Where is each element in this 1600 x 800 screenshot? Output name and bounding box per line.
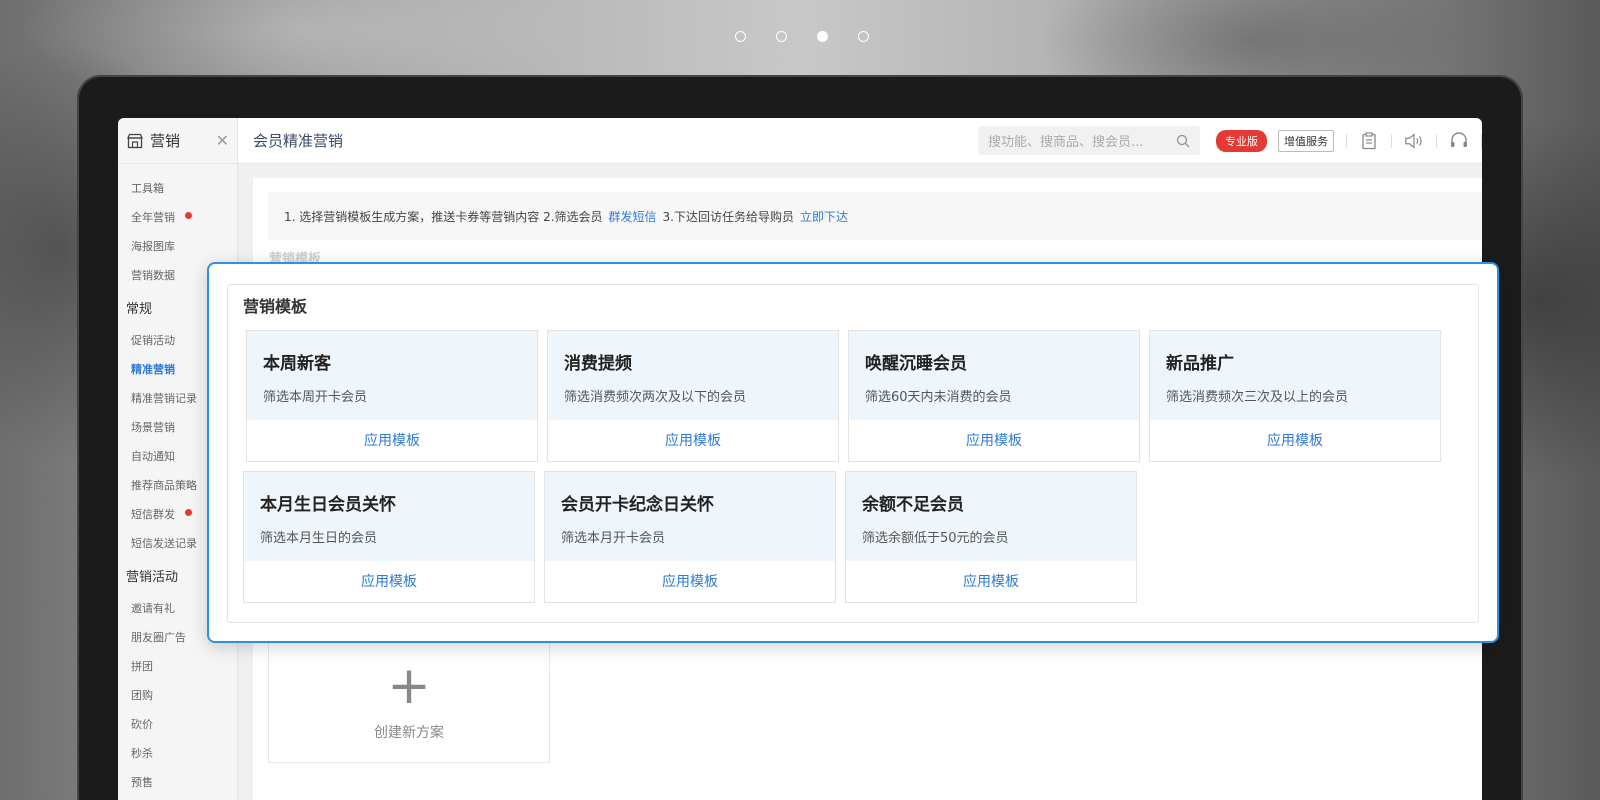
sidebar-item-label: 精准营销记录: [131, 392, 197, 405]
value-added-services-button[interactable]: 增值服务: [1278, 129, 1334, 152]
template-description: 筛选余额低于50元的会员: [862, 531, 1009, 546]
carousel-dot-1[interactable]: [735, 31, 746, 42]
template-card: 本周新客筛选本周开卡会员应用模板: [246, 330, 538, 462]
sidebar-item-label: 朋友圈广告: [131, 631, 186, 644]
sidebar-item[interactable]: 砍价: [118, 710, 237, 739]
sidebar-item-label: 营销数据: [131, 269, 175, 282]
template-card-header: 本月生日会员关怀筛选本月生日的会员: [244, 472, 534, 561]
template-card: 会员开卡纪念日关怀筛选本月开卡会员应用模板: [544, 471, 836, 603]
template-card-header: 唤醒沉睡会员筛选60天内未消费的会员: [849, 331, 1139, 420]
speaker-icon[interactable]: [1404, 132, 1424, 150]
divider: [1391, 133, 1392, 148]
instruction-text-1: 1. 选择营销模板生成方案，推送卡券等营销内容 2.筛选会员: [284, 209, 603, 224]
carousel-dots: [735, 31, 869, 42]
apply-template-button[interactable]: 应用模板: [849, 420, 1139, 462]
sidebar-item-label: 推荐商品策略: [131, 479, 197, 492]
divider: [1436, 133, 1437, 148]
apply-template-button[interactable]: 应用模板: [1150, 420, 1440, 462]
template-card-header: 消费提频筛选消费频次两次及以下的会员: [548, 331, 838, 420]
apply-template-button[interactable]: 应用模板: [545, 561, 835, 603]
template-description: 筛选消费频次两次及以下的会员: [564, 390, 747, 405]
close-icon[interactable]: ✕: [216, 131, 229, 150]
sidebar-item[interactable]: 海报图库: [118, 232, 237, 261]
apply-template-button[interactable]: 应用模板: [548, 420, 838, 462]
template-description: 筛选60天内未消费的会员: [865, 390, 1012, 405]
sidebar-item-label: 促销活动: [131, 334, 175, 347]
template-overlay: 营销模板 本周新客 筛选本周开卡会员 应用模板 消费提频 筛选消费频次两次及以下的会员应…: [207, 262, 1499, 643]
sidebar-item-label: 预售: [131, 776, 153, 789]
sidebar-item-label: 砍价: [131, 718, 153, 731]
template-card-header: 新品推广筛选消费频次三次及以上的会员: [1150, 331, 1440, 420]
template-name: 新品推广: [1166, 354, 1234, 374]
topbar: 会员精准营销 搜功能、搜商品、搜会员... 专业版 增值服务: [238, 118, 1482, 164]
plus-icon: +: [387, 656, 431, 716]
notification-dot: [185, 509, 192, 516]
search-input[interactable]: 搜功能、搜商品、搜会员...: [978, 126, 1200, 155]
create-plan-card[interactable]: + 创建新方案: [268, 631, 550, 763]
template-card: 余额不足会员筛选余额低于50元的会员应用模板: [845, 471, 1137, 603]
template-name: 消费提频: [564, 354, 632, 374]
sidebar-item[interactable]: 全年营销: [118, 203, 237, 232]
sidebar-item-label: 自动通知: [131, 450, 175, 463]
sidebar-header: 营销 ✕: [118, 118, 237, 164]
clipboard-icon[interactable]: [1359, 131, 1379, 150]
apply-template-button[interactable]: 应用模板: [247, 420, 537, 462]
sidebar-item-label: 全年营销: [131, 211, 175, 224]
instruction-banner: 1. 选择营销模板生成方案，推送卡券等营销内容 2.筛选会员 群发短信 3.下达…: [268, 192, 1482, 240]
divider: [1481, 133, 1482, 148]
divider: [1346, 133, 1347, 148]
notification-dot: [185, 212, 192, 219]
template-card-header: 会员开卡纪念日关怀筛选本月开卡会员: [545, 472, 835, 561]
sidebar-item-label: 工具箱: [131, 182, 164, 195]
template-card: 本月生日会员关怀筛选本月生日的会员应用模板: [243, 471, 535, 603]
sidebar-item-label: 场景营销: [131, 421, 175, 434]
sidebar-item-label: 短信发送记录: [131, 537, 197, 550]
template-card-header: 本周新客筛选本周开卡会员: [247, 331, 537, 420]
sidebar-title: 营销: [150, 132, 181, 150]
search-icon[interactable]: [1176, 134, 1190, 148]
template-card-header: 余额不足会员筛选余额低于50元的会员: [846, 472, 1136, 561]
carousel-dot-4[interactable]: [858, 31, 869, 42]
headset-icon[interactable]: [1449, 131, 1469, 150]
instruction-text-2: 3.下达回访任务给导购员: [662, 209, 794, 224]
template-description: 筛选本月开卡会员: [561, 531, 666, 546]
sidebar-item[interactable]: 秒杀: [118, 739, 237, 768]
bulk-sms-link[interactable]: 群发短信: [609, 208, 657, 225]
sidebar-item[interactable]: 预售: [118, 768, 237, 797]
template-name: 本月生日会员关怀: [260, 495, 396, 515]
template-name: 本周新客: [263, 354, 331, 374]
carousel-dot-2[interactable]: [776, 31, 787, 42]
assign-now-link[interactable]: 立即下达: [800, 208, 848, 225]
carousel-dot-3[interactable]: [817, 31, 828, 42]
panel-title: 营销模板: [243, 297, 308, 316]
apply-template-button[interactable]: 应用模板: [846, 561, 1136, 603]
sidebar-item-label: 短信群发: [131, 508, 175, 521]
sidebar-item[interactable]: 工具箱: [118, 174, 237, 203]
page-title: 会员精准营销: [253, 132, 344, 150]
sidebar-item-label: 邀请有礼: [131, 602, 175, 615]
apply-template-button[interactable]: 应用模板: [244, 561, 534, 603]
template-name: 会员开卡纪念日关怀: [561, 495, 714, 515]
template-name: 唤醒沉睡会员: [865, 354, 967, 374]
store-icon: [127, 133, 143, 148]
sidebar-item[interactable]: 拼团: [118, 652, 237, 681]
template-description: 筛选本周开卡会员: [263, 390, 368, 405]
sidebar-item-label: 海报图库: [131, 240, 175, 253]
search-placeholder: 搜功能、搜商品、搜会员...: [988, 135, 1144, 150]
create-plan-label: 创建新方案: [374, 725, 444, 741]
template-name: 余额不足会员: [862, 495, 964, 515]
template-description: 筛选消费频次三次及以上的会员: [1166, 390, 1349, 405]
sidebar-item-label: 秒杀: [131, 747, 153, 760]
template-panel: 营销模板 本周新客 筛选本周开卡会员 应用模板 消费提频 筛选消费频次两次及以下的会员应…: [227, 284, 1479, 623]
sidebar-item-label: 精准营销: [131, 363, 175, 376]
sidebar-item[interactable]: 团购: [118, 681, 237, 710]
template-card: 唤醒沉睡会员筛选60天内未消费的会员应用模板: [848, 330, 1140, 462]
template-card: 消费提频筛选消费频次两次及以下的会员应用模板: [547, 330, 839, 462]
pro-edition-badge[interactable]: 专业版: [1216, 129, 1267, 152]
template-card: 新品推广筛选消费频次三次及以上的会员应用模板: [1149, 330, 1441, 462]
sidebar-item-label: 拼团: [131, 660, 153, 673]
sidebar-item-label: 团购: [131, 689, 153, 702]
template-description: 筛选本月生日的会员: [260, 531, 378, 546]
